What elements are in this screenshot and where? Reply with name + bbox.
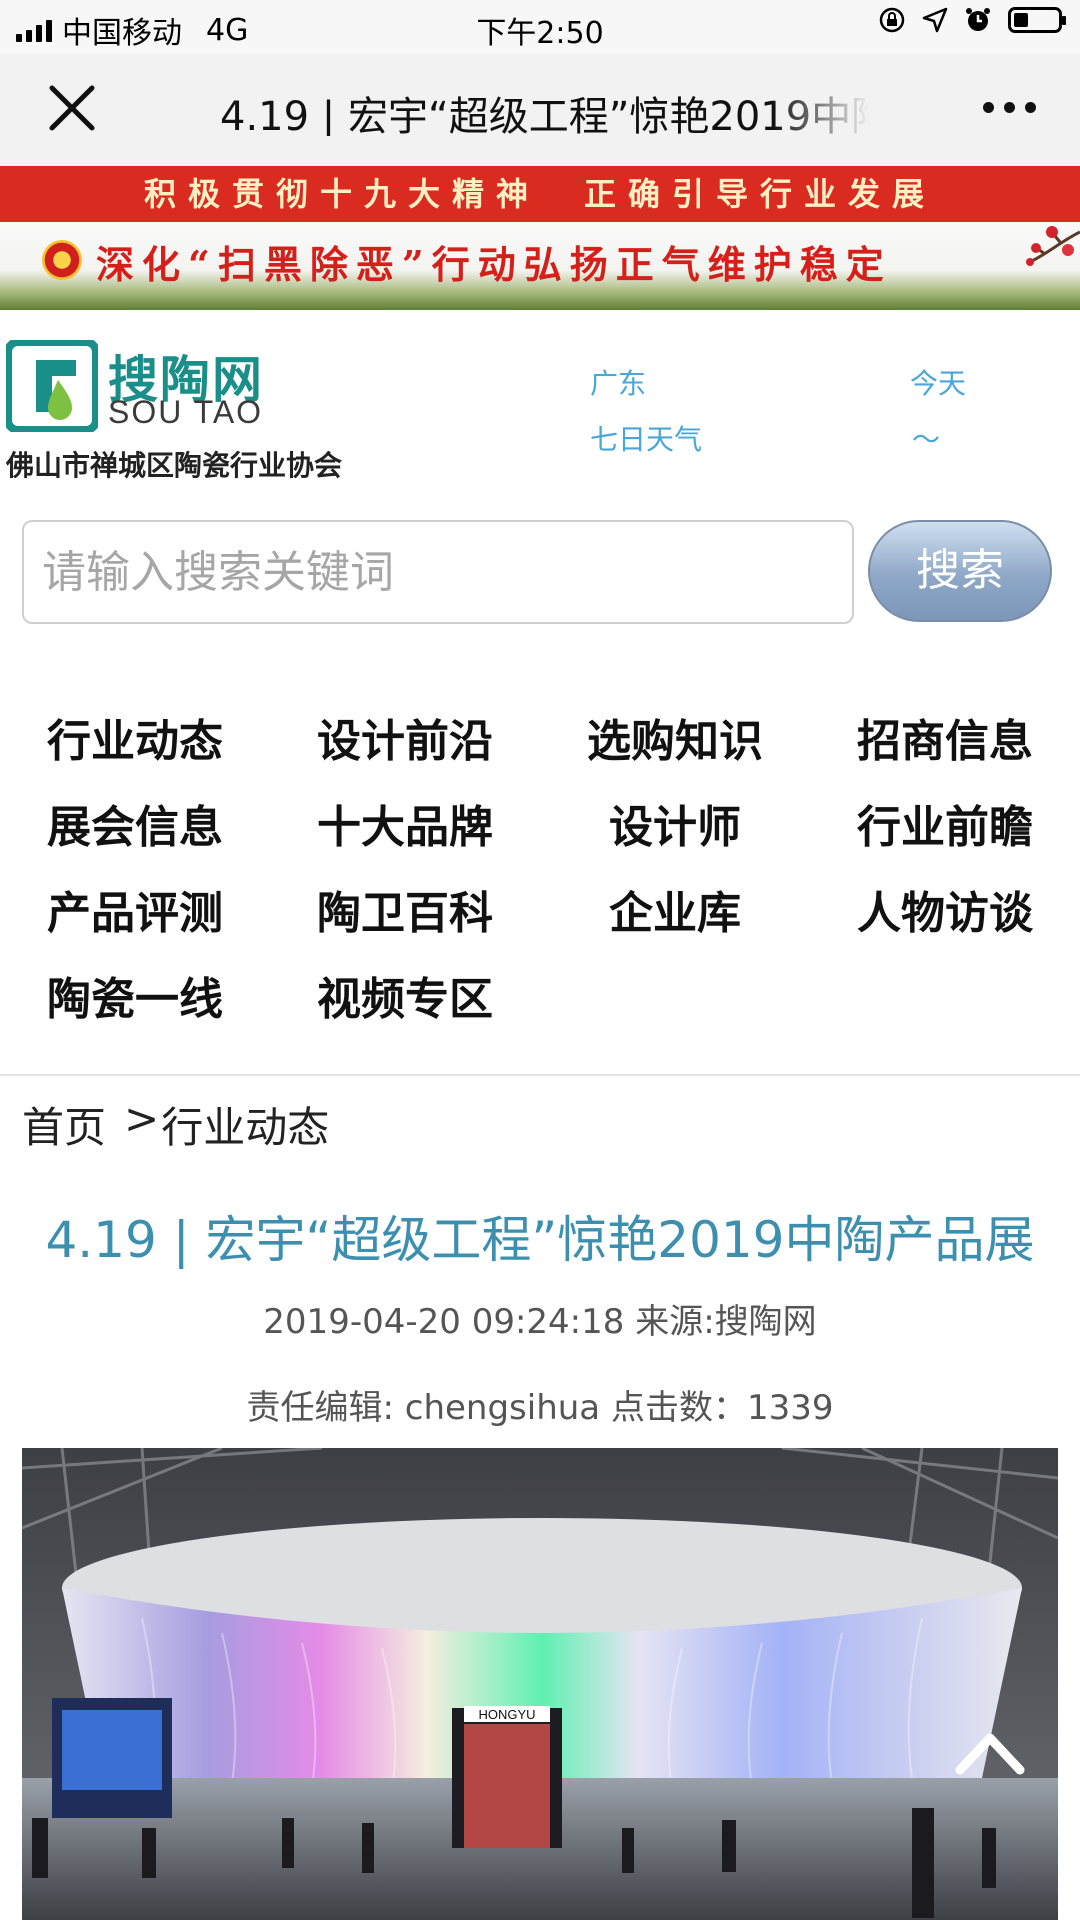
breadcrumb-separator: > (124, 1094, 160, 1143)
nav-item-buying-guide[interactable]: 选购知识 (540, 705, 810, 769)
article-meta-line: 2019-04-20 09:24:18 来源:搜陶网 (0, 1294, 1080, 1343)
nav-item-top-brands[interactable]: 十大品牌 (270, 791, 540, 855)
more-icon[interactable] (983, 102, 1036, 113)
soutao-logo-icon[interactable] (6, 340, 98, 432)
nav-item-industry-outlook[interactable]: 行业前瞻 (810, 791, 1080, 855)
article-editor: 责任编辑: chengsihua (246, 1388, 601, 1428)
breadcrumb-category[interactable]: 行业动态 (161, 1094, 329, 1155)
status-bar: 中国移动 4G 下午2:50 (0, 0, 1080, 54)
article-stats-line: 责任编辑: chengsihua 点击数：1339 (0, 1380, 1080, 1429)
nav-item-investment-info[interactable]: 招商信息 (810, 705, 1080, 769)
site-header: 搜陶网 SOU TAO 佛山市禅城区陶瓷行业协会 广东 七日天气 今天 ～ (0, 310, 1080, 490)
breadcrumb-home[interactable]: 首页 (22, 1094, 106, 1155)
nav-item-ceramics-frontline[interactable]: 陶瓷一线 (0, 963, 270, 1027)
search-button[interactable]: 搜索 (868, 520, 1052, 622)
emblem-icon (42, 240, 82, 280)
back-to-top-icon[interactable] (940, 1708, 1040, 1808)
nav-item-company-database[interactable]: 企业库 (540, 877, 810, 941)
nav-item-industry-news[interactable]: 行业动态 (0, 705, 270, 769)
nav-item-exhibition-info[interactable]: 展会信息 (0, 791, 270, 855)
nav-item-interviews[interactable]: 人物访谈 (810, 877, 1080, 941)
logo-text-en: SOU TAO (108, 394, 264, 430)
slogan-banner-red: 积极贯彻十九大精神 正确引导行业发展 (0, 166, 1080, 222)
plum-blossom-icon (1026, 226, 1080, 266)
article-clicks: 点击数：1339 (610, 1388, 834, 1428)
close-icon[interactable] (46, 82, 98, 134)
nav-bar: 4.19 | 宏宇“超级工程”惊艳2019中陶产品展 (0, 54, 1080, 167)
nav-item-sanitary-wiki[interactable]: 陶卫百科 (270, 877, 540, 941)
nav-item-video-zone[interactable]: 视频专区 (270, 963, 540, 1027)
exhibition-hall-image: HONGYU (22, 1448, 1058, 1920)
nav-item-product-review[interactable]: 产品评测 (0, 877, 270, 941)
article-datetime: 2019-04-20 09:24:18 (263, 1302, 625, 1342)
status-right (878, 6, 1066, 34)
nav-item-designers[interactable]: 设计师 (540, 791, 810, 855)
weather-today-label: 今天 (910, 367, 967, 400)
weather-today-value: ～ (912, 423, 941, 456)
alarm-icon (966, 8, 990, 31)
section-divider (0, 1074, 1080, 1076)
nav-item-design-frontier[interactable]: 设计前沿 (270, 705, 540, 769)
association-name: 佛山市禅城区陶瓷行业协会 (6, 449, 343, 482)
hongyu-sign: HONGYU (478, 1707, 535, 1722)
article-photo: HONGYU (22, 1448, 1058, 1920)
article-title: 4.19 | 宏宇“超级工程”惊艳2019中陶产品展 (45, 1211, 1035, 1269)
search-input[interactable] (22, 520, 854, 624)
weather-city: 广东 (590, 367, 647, 400)
location-icon (922, 7, 948, 33)
rotation-lock-icon (879, 7, 905, 33)
nav-title: 4.19 | 宏宇“超级工程”惊艳2019中陶产品展 (220, 94, 870, 136)
battery-icon (1008, 7, 1066, 33)
breadcrumb: 首页 > 行业动态 (22, 1094, 329, 1155)
green-slogan-text: 深化“扫黑除恶”行动弘扬正气维护稳定 (96, 242, 892, 287)
article-source: 来源:搜陶网 (635, 1302, 817, 1342)
weather-forecast-link[interactable]: 七日天气 (590, 418, 702, 458)
slogan-banner-green: 深化“扫黑除恶”行动弘扬正气维护稳定 (0, 222, 1080, 310)
